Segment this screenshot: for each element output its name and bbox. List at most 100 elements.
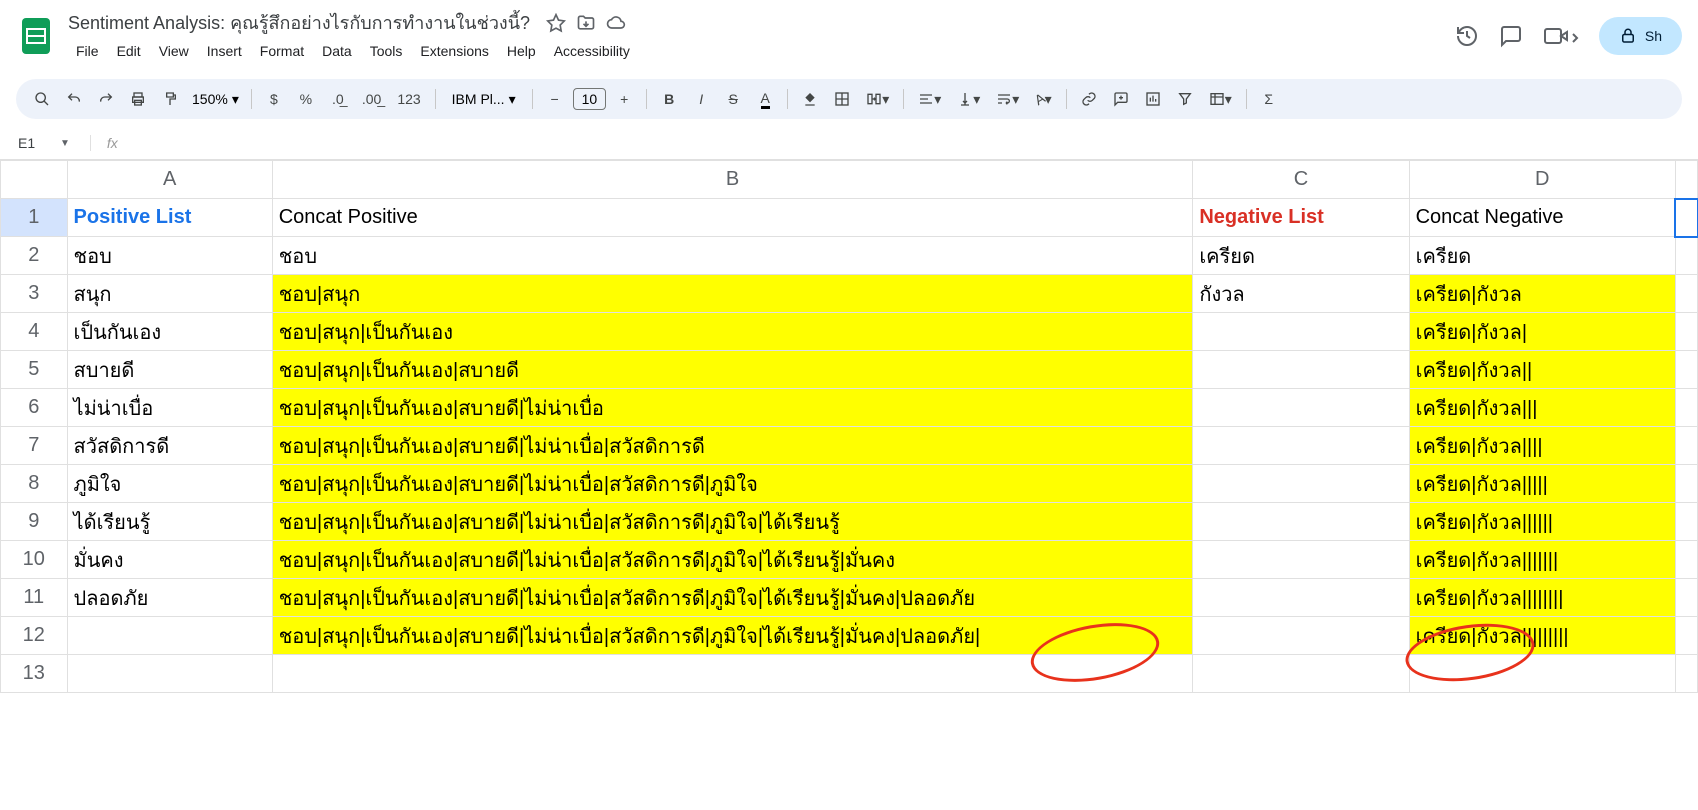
cell-C5[interactable] [1193, 351, 1409, 389]
search-icon[interactable] [28, 85, 56, 113]
cell-D13[interactable] [1409, 655, 1675, 693]
cell-C3[interactable]: กังวล [1193, 275, 1409, 313]
cell-A11[interactable]: ปลอดภัย [67, 579, 272, 617]
sheets-logo[interactable] [16, 16, 56, 56]
cell-B7[interactable]: ชอบ|สนุก|เป็นกันเอง|สบายดี|ไม่น่าเบื่อ|ส… [272, 427, 1193, 465]
print-icon[interactable] [124, 85, 152, 113]
cell-D5[interactable]: เครียด|กังวล|| [1409, 351, 1675, 389]
bold-icon[interactable]: B [655, 85, 683, 113]
row-header-6[interactable]: 6 [1, 389, 68, 427]
select-all-corner[interactable] [1, 161, 68, 199]
cell-B13[interactable] [272, 655, 1193, 693]
row-header-4[interactable]: 4 [1, 313, 68, 351]
meet-icon[interactable] [1543, 24, 1579, 48]
cell-A6[interactable]: ไม่น่าเบื่อ [67, 389, 272, 427]
col-header-A[interactable]: A [67, 161, 272, 199]
cell-E12[interactable] [1675, 617, 1697, 655]
cell-A13[interactable] [67, 655, 272, 693]
row-header-8[interactable]: 8 [1, 465, 68, 503]
menu-file[interactable]: File [68, 39, 107, 63]
row-header-11[interactable]: 11 [1, 579, 68, 617]
cell-E4[interactable] [1675, 313, 1697, 351]
cell-E2[interactable] [1675, 237, 1697, 275]
cell-E11[interactable] [1675, 579, 1697, 617]
decrease-decimal[interactable]: .0̲ [324, 85, 352, 113]
cell-A8[interactable]: ภูมิใจ [67, 465, 272, 503]
cell-C7[interactable] [1193, 427, 1409, 465]
fill-color-icon[interactable] [796, 85, 824, 113]
menu-help[interactable]: Help [499, 39, 544, 63]
history-icon[interactable] [1455, 24, 1479, 48]
menu-view[interactable]: View [151, 39, 197, 63]
strikethrough-icon[interactable]: S [719, 85, 747, 113]
cell-B8[interactable]: ชอบ|สนุก|เป็นกันเอง|สบายดี|ไม่น่าเบื่อ|ส… [272, 465, 1193, 503]
menu-accessibility[interactable]: Accessibility [546, 39, 638, 63]
cell-B1[interactable]: Concat Positive [272, 199, 1193, 237]
link-icon[interactable] [1075, 85, 1103, 113]
cell-D9[interactable]: เครียด|กังวล|||||| [1409, 503, 1675, 541]
font-size-increase[interactable]: + [610, 85, 638, 113]
row-header-3[interactable]: 3 [1, 275, 68, 313]
borders-icon[interactable] [828, 85, 856, 113]
row-header-13[interactable]: 13 [1, 655, 68, 693]
row-header-7[interactable]: 7 [1, 427, 68, 465]
cell-D4[interactable]: เครียด|กังวล| [1409, 313, 1675, 351]
cell-B5[interactable]: ชอบ|สนุก|เป็นกันเอง|สบายดี [272, 351, 1193, 389]
cell-B3[interactable]: ชอบ|สนุก [272, 275, 1193, 313]
menu-tools[interactable]: Tools [362, 39, 411, 63]
cell-A1[interactable]: Positive List [67, 199, 272, 237]
increase-decimal[interactable]: .00̲ [356, 85, 387, 113]
cell-C4[interactable] [1193, 313, 1409, 351]
table-view-icon[interactable]: ▾ [1203, 85, 1238, 113]
horizontal-align-icon[interactable]: ▾ [912, 85, 947, 113]
cell-C11[interactable] [1193, 579, 1409, 617]
filter-icon[interactable] [1171, 85, 1199, 113]
cell-E9[interactable] [1675, 503, 1697, 541]
move-folder-icon[interactable] [576, 13, 596, 33]
zoom-select[interactable]: 150% ▾ [188, 91, 243, 108]
cell-D11[interactable]: เครียด|กังวล|||||||| [1409, 579, 1675, 617]
name-box[interactable]: E1 [10, 133, 60, 153]
cell-D8[interactable]: เครียด|กังวล||||| [1409, 465, 1675, 503]
font-size-decrease[interactable]: − [541, 85, 569, 113]
row-header-10[interactable]: 10 [1, 541, 68, 579]
spreadsheet-grid[interactable]: A B C D 1 Positive List Concat Positive … [0, 160, 1698, 693]
document-title[interactable]: Sentiment Analysis: คุณรู้สึกอย่างไรกับก… [68, 8, 530, 37]
cell-A10[interactable]: มั่นคง [67, 541, 272, 579]
formula-input[interactable] [118, 133, 1698, 153]
comment-icon[interactable] [1499, 24, 1523, 48]
name-box-dropdown[interactable]: ▼ [60, 138, 70, 149]
redo-icon[interactable] [92, 85, 120, 113]
cell-E13[interactable] [1675, 655, 1697, 693]
cell-E1[interactable] [1675, 199, 1697, 237]
cell-A7[interactable]: สวัสดิการดี [67, 427, 272, 465]
cell-A12[interactable] [67, 617, 272, 655]
col-header-E[interactable] [1675, 161, 1697, 199]
cell-D12[interactable]: เครียด|กังวล||||||||| [1409, 617, 1675, 655]
cell-C9[interactable] [1193, 503, 1409, 541]
cell-E3[interactable] [1675, 275, 1697, 313]
cell-C12[interactable] [1193, 617, 1409, 655]
format-percent[interactable]: % [292, 85, 320, 113]
cell-C1[interactable]: Negative List [1193, 199, 1409, 237]
share-button[interactable]: Sh [1599, 17, 1682, 55]
font-size-input[interactable]: 10 [573, 88, 607, 110]
col-header-C[interactable]: C [1193, 161, 1409, 199]
italic-icon[interactable]: I [687, 85, 715, 113]
cell-B9[interactable]: ชอบ|สนุก|เป็นกันเอง|สบายดี|ไม่น่าเบื่อ|ส… [272, 503, 1193, 541]
insert-comment-icon[interactable] [1107, 85, 1135, 113]
text-wrap-icon[interactable]: ▾ [990, 85, 1025, 113]
undo-icon[interactable] [60, 85, 88, 113]
cell-D1[interactable]: Concat Negative [1409, 199, 1675, 237]
cloud-status-icon[interactable] [606, 13, 626, 33]
cell-B10[interactable]: ชอบ|สนุก|เป็นกันเอง|สบายดี|ไม่น่าเบื่อ|ส… [272, 541, 1193, 579]
cell-C13[interactable] [1193, 655, 1409, 693]
menu-data[interactable]: Data [314, 39, 360, 63]
cell-C6[interactable] [1193, 389, 1409, 427]
functions-icon[interactable]: Σ [1255, 85, 1283, 113]
cell-A2[interactable]: ชอบ [67, 237, 272, 275]
cell-C8[interactable] [1193, 465, 1409, 503]
cell-D2[interactable]: เครียด [1409, 237, 1675, 275]
row-header-2[interactable]: 2 [1, 237, 68, 275]
row-header-1[interactable]: 1 [1, 199, 68, 237]
